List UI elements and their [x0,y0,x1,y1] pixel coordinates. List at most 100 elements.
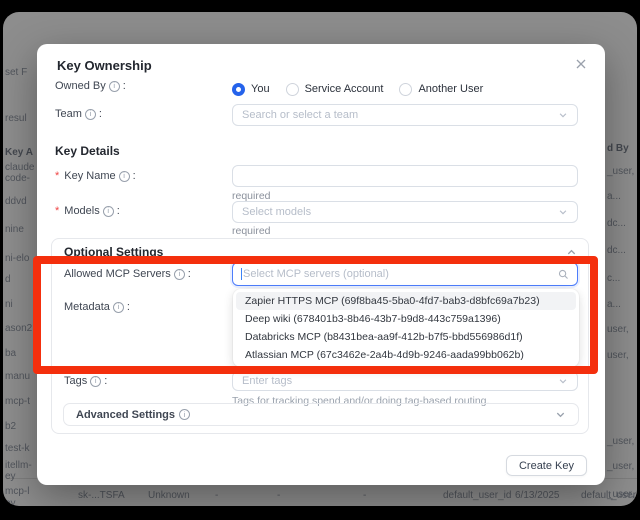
mcp-servers-dropdown: Zapier HTTPS MCP (69f8ba45-5ba0-4fd7-bab… [233,289,579,367]
owned-by-radio-group: You Service Account Another User [232,78,578,100]
bg-table-fragment: manu [5,371,30,382]
owned-by-label: Owned By i : [55,80,126,92]
bg-table-fragment: user, [607,324,629,335]
models-label: * Models i : [55,205,120,217]
bg-table-fragment: c... [607,273,620,284]
bg-table-fragment: test-k [5,443,29,454]
team-label-text: Team [55,108,82,120]
bg-table-fragment: mcp-t [5,396,30,407]
label-colon: : [188,268,191,280]
allowed-mcp-text-input[interactable] [243,268,558,280]
models-label-text: Models [64,205,99,217]
create-key-button[interactable]: Create Key [506,455,587,476]
radio-unselected-icon [399,83,412,96]
radio-service-account[interactable]: Service Account [286,83,384,96]
bg-table-fragment: ey [5,498,16,506]
radio-service-account-label: Service Account [305,83,384,95]
key-name-label-text: Key Name [64,170,115,182]
tags-select[interactable]: Enter tags [232,371,578,391]
bg-table-fragment: dc... [607,245,626,256]
info-icon: i [179,409,190,420]
bg-table-fragment: b2 [5,421,16,432]
bg-table-fragment: _user, [607,166,634,177]
info-icon: i [174,269,185,280]
team-select-placeholder: Search or select a team [242,109,558,121]
radio-selected-icon [232,83,245,96]
bg-table-fragment: nine [5,224,24,235]
bg-table-cell: - [363,490,366,501]
models-select[interactable]: Select models [232,201,578,223]
info-icon: i [109,81,120,92]
info-icon: i [113,302,124,313]
key-details-heading: Key Details [55,144,120,158]
models-required-note: required [232,225,271,237]
bg-table-cell: - [215,490,218,501]
metadata-label: Metadata i : [64,301,130,313]
bg-table-fragment: _user, [607,461,634,472]
allowed-mcp-input[interactable] [232,262,578,286]
radio-unselected-icon [286,83,299,96]
bg-table-fragment: user, [607,350,629,361]
bg-table-cell: - [277,490,280,501]
bg-table-cell: default_user, [581,490,637,501]
bg-table-fragment: claude [5,162,34,173]
label-colon: : [117,205,120,217]
advanced-settings-label: Advanced Settings [76,409,175,421]
search-icon [558,269,569,280]
dropdown-option-deep-wiki[interactable]: Deep wiki (678401b3-8b46-43b7-b9d8-443c7… [236,310,576,328]
radio-another-user[interactable]: Another User [399,83,483,96]
label-colon: : [127,301,130,313]
chevron-down-icon [558,376,568,386]
bg-table-header-fragment: d By [607,143,629,154]
tags-label-text: Tags [64,375,87,387]
bg-table-fragment: ason2 [5,323,32,334]
models-select-placeholder: Select models [242,206,558,218]
bg-table-fragment: mcp-l [5,486,29,497]
bg-table-fragment: resul [5,113,27,124]
label-colon: : [99,108,102,120]
bg-table-cell: sk-...TSFA [78,490,125,501]
bg-table-fragment: ba [5,348,16,359]
collapse-chevron-up-icon[interactable] [566,245,577,263]
bg-table-fragment: dc... [607,218,626,229]
chevron-down-icon [558,207,568,217]
dropdown-option-zapier[interactable]: Zapier HTTPS MCP (69f8ba45-5ba0-4fd7-bab… [236,292,576,310]
bg-table-fragment: _user, [607,436,634,447]
bg-table-fragment: ni-elo [5,253,29,264]
allowed-mcp-label: Allowed MCP Servers i : [64,268,191,280]
bg-table-fragment: d [5,274,11,285]
required-asterisk: * [55,205,59,217]
dropdown-option-databricks[interactable]: Databricks MCP (b8431bea-aa9f-412b-b7f5-… [236,328,576,346]
label-colon: : [133,170,136,182]
team-label: Team i : [55,108,102,120]
bg-table-fragment: set F [5,67,27,78]
tags-select-placeholder: Enter tags [242,375,558,387]
advanced-settings-card[interactable]: Advanced Settings i [63,403,579,426]
metadata-label-text: Metadata [64,301,110,313]
key-ownership-modal: Key Ownership Owned By i : You Service A… [37,44,605,485]
bg-table-header-fragment: Key A [5,147,33,158]
team-select[interactable]: Search or select a team [232,104,578,126]
bg-table-cell: 6/13/2025 [515,490,560,501]
key-name-input[interactable] [232,165,578,187]
bg-table-fragment: ddvd [5,196,27,207]
close-icon[interactable] [573,56,589,72]
bg-table-cell: Unknown [148,490,190,501]
bg-table-fragment: ni [5,299,13,310]
required-asterisk: * [55,170,59,182]
chevron-down-icon [555,409,566,420]
owned-by-label-text: Owned By [55,80,106,92]
label-colon: : [123,80,126,92]
bg-table-fragment: code- [5,173,30,184]
dropdown-option-atlassian[interactable]: Atlassian MCP (67c3462e-2a4b-4d9b-9246-a… [236,346,576,364]
modal-title: Key Ownership [57,58,152,73]
radio-you[interactable]: You [232,83,270,96]
bg-table-fragment: a... [607,299,621,310]
info-icon: i [90,376,101,387]
bg-table-fragment: itellm- [5,460,32,471]
allowed-mcp-label-text: Allowed MCP Servers [64,268,171,280]
tags-label: Tags i : [64,375,107,387]
optional-settings-heading: Optional Settings [64,245,163,259]
bg-table-cell: default_user_id [443,490,511,501]
info-icon: i [103,206,114,217]
